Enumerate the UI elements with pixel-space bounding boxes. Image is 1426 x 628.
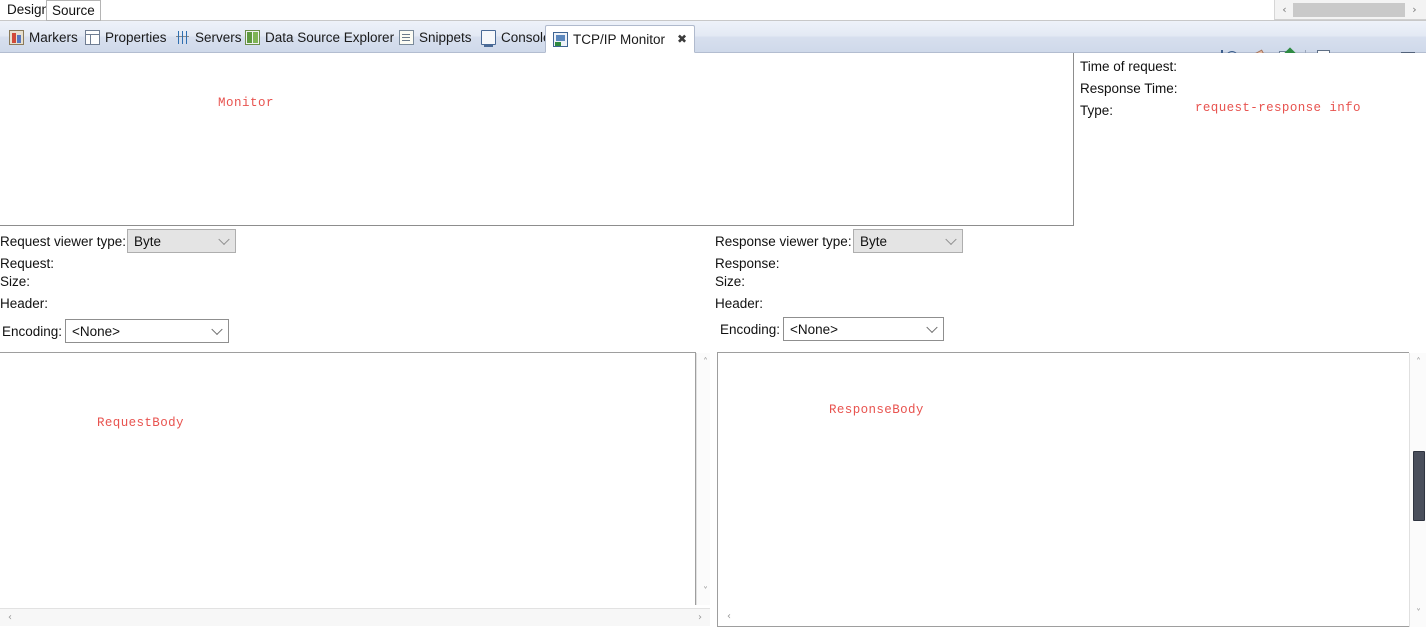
chevron-down-icon [211,323,223,336]
response-size-label: Size: [715,274,746,289]
view-tab-bar: Markers Properties Servers Data Source E… [0,21,1426,66]
request-viewer-type-select[interactable]: Byte [127,229,236,253]
scrollbar-thumb[interactable] [1293,3,1405,17]
request-viewer-type-label: Request viewer type: [0,234,127,249]
select-value: <None> [72,323,121,339]
markers-icon [9,29,24,45]
response-encoding-select[interactable]: <None> [783,317,944,341]
chevron-down-icon [218,233,230,246]
tab-label: Data Source Explorer [265,29,395,45]
request-form: Request viewer type: Byte Request: Size:… [0,226,712,348]
type-label: Type: [1080,103,1114,118]
scroll-right-arrow-icon[interactable]: › [692,609,708,627]
tab-label: TCP/IP Monitor [573,31,666,47]
response-viewer-type-label: Response viewer type: [715,234,852,249]
select-value: Byte [860,233,888,249]
chevron-down-icon [945,233,957,246]
tab-servers[interactable]: Servers [168,24,249,50]
scroll-up-arrow-icon[interactable]: ˄ [1410,355,1426,372]
response-body-pane[interactable]: ResponseBody [717,352,1409,627]
tab-properties[interactable]: Properties [78,24,174,50]
request-header-label: Header: [0,296,49,311]
chevron-down-icon [926,321,938,334]
scroll-down-arrow-icon[interactable]: ˅ [1410,606,1426,623]
response-header-label: Header: [715,296,764,311]
monitor-tree-panel[interactable]: Monitor [0,53,1074,226]
select-value: Byte [134,233,162,249]
time-of-request-label: Time of request: [1080,59,1178,74]
response-time-label: Response Time: [1080,81,1178,96]
request-response-info-panel: Time of request: Response Time: Type: re… [1075,53,1426,226]
tab-label: Servers [195,29,242,45]
tab-label: Console [501,29,551,45]
tcpip-monitor-icon [553,31,568,47]
close-icon[interactable]: ✖ [677,33,687,45]
pane-divider[interactable] [710,352,717,628]
tab-label: Markers [29,29,78,45]
scroll-left-arrow-icon[interactable]: ‹ [2,609,18,627]
request-label: Request: [0,256,55,271]
request-body-horizontal-scrollbar[interactable]: ‹ › [0,608,710,626]
response-viewer-type-select[interactable]: Byte [853,229,963,253]
info-annotation: request-response info [1195,101,1361,115]
database-icon [245,29,260,45]
response-body-vertical-scrollbar[interactable]: ˄ ˅ [1409,353,1426,627]
properties-icon [85,29,100,45]
request-body-pane[interactable]: RequestBody [0,352,696,605]
servers-icon [175,30,190,45]
tab-label: Snippets [419,29,472,45]
tab-snippets[interactable]: Snippets [392,24,479,50]
tab-markers[interactable]: Markers [2,24,85,50]
tab-data-source-explorer[interactable]: Data Source Explorer [238,24,401,50]
request-body-annotation: RequestBody [97,416,184,430]
monitor-annotation: Monitor [218,96,275,110]
scrollbar-thumb[interactable] [1413,451,1425,521]
console-icon [481,29,496,47]
scroll-left-arrow-icon[interactable]: ‹ [721,608,737,626]
request-size-label: Size: [0,274,31,289]
tab-tcpip-monitor[interactable]: TCP/IP Monitor ✖ [545,25,696,53]
select-value: <None> [790,321,839,337]
tab-label: Properties [105,29,167,45]
response-label: Response: [715,256,780,271]
response-body-annotation: ResponseBody [829,403,924,417]
response-body-horizontal-scrollbar[interactable]: ‹ [717,608,731,626]
editor-tab-strip: Design Source ‹ › [0,0,1426,21]
request-encoding-label: Encoding: [2,324,63,339]
response-encoding-label: Encoding: [720,322,781,337]
editor-horizontal-scrollbar[interactable]: ‹ › [1274,0,1426,20]
request-encoding-select[interactable]: <None> [65,319,229,343]
scroll-left-arrow-icon[interactable]: ‹ [1277,0,1292,20]
response-form: Response viewer type: Byte Response: Siz… [712,226,1426,348]
editor-tab-source[interactable]: Source [46,0,101,21]
snippets-icon [399,29,414,45]
scroll-right-arrow-icon[interactable]: › [1407,0,1422,20]
